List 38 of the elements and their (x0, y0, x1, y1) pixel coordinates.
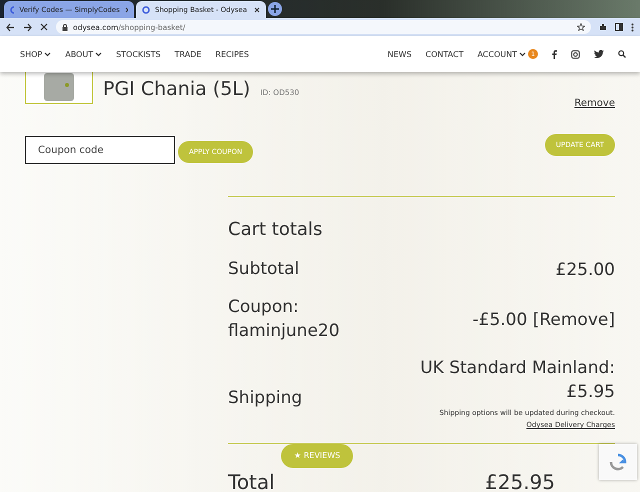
nav-link[interactable]: RECIPES (215, 50, 249, 58)
product-name[interactable]: PGI Chania (5L) (103, 78, 250, 100)
lock-icon (62, 24, 68, 30)
new-tab-icon[interactable] (268, 2, 282, 16)
total-label: Total (228, 470, 275, 492)
coupon-label: Coupon: flaminjune20 (228, 296, 341, 343)
nav-link[interactable]: ACCOUNT (477, 50, 526, 58)
recaptcha-badge[interactable] (599, 444, 637, 480)
forward-icon[interactable] (23, 22, 32, 32)
instagram-icon[interactable] (571, 50, 580, 58)
coupon-discount: -£5.00 [Remove] (472, 310, 615, 330)
bottle-drawing (42, 72, 76, 101)
remove-coupon-link[interactable]: [Remove] (532, 310, 615, 330)
nav-link[interactable]: STOCKISTS (116, 50, 161, 58)
total-value: £25.95 (485, 470, 555, 492)
search-icon[interactable] (618, 50, 626, 58)
shipping-method: UK Standard Mainland: £5.95 (419, 357, 615, 404)
twitter-icon[interactable] (594, 50, 604, 58)
cart-totals-heading: Cart totals (228, 219, 324, 240)
menu-icon[interactable] (631, 22, 634, 32)
nav-link[interactable]: CONTACT (426, 50, 464, 58)
tab-favicon-icon (142, 6, 150, 14)
nav-link[interactable]: ABOUT (65, 50, 102, 58)
facebook-icon[interactable] (552, 50, 557, 58)
star-icon[interactable] (577, 23, 585, 31)
nav-link[interactable]: TRADE (174, 50, 202, 58)
subtotal-value: £25.00 (556, 260, 615, 280)
shipping-label: Shipping (228, 387, 304, 410)
remove-link[interactable]: Remove (574, 98, 615, 109)
subtotal-label: Subtotal (228, 258, 300, 281)
coupon-field[interactable]: Coupon code (25, 136, 175, 164)
product-thumbnail[interactable] (25, 72, 93, 104)
recaptcha-icon (609, 452, 627, 471)
back-icon[interactable] (6, 22, 15, 32)
nav-link[interactable]: SHOP (20, 50, 52, 58)
nav-link[interactable]: NEWS (388, 50, 412, 58)
tab-favicon-icon (10, 6, 14, 14)
sidebar-icon[interactable] (615, 23, 623, 31)
